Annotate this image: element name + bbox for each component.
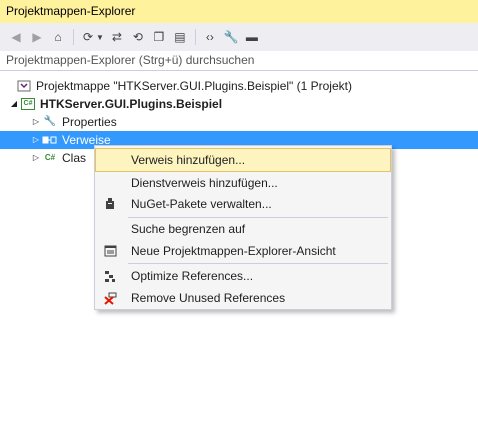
forward-icon[interactable]: ▶ [27,27,47,47]
tree-item-label: Clas [62,151,87,165]
menu-item-new-explorer-view[interactable]: Neue Projektmappen-Explorer-Ansicht [96,240,390,262]
search-bar [0,51,478,71]
back-icon[interactable]: ◀ [6,27,26,47]
solution-icon [16,78,32,94]
remove-references-icon [96,287,124,309]
optimize-icon [96,265,124,287]
window-title: Projektmappen-Explorer [0,0,478,23]
toolbar-separator [73,29,74,45]
tree-item-label: Projektmappe "HTKServer.GUI.Plugins.Beis… [36,79,352,93]
references-icon [42,132,58,148]
collapsed-icon[interactable]: ▷ [30,149,42,167]
collapsed-icon[interactable]: ▷ [30,113,42,131]
tree-item-properties[interactable]: ▷ 🔧 Properties [30,113,117,131]
context-menu: Verweis hinzufügen... Dienstverweis hinz… [94,145,392,310]
preview-icon[interactable]: ▬ [242,27,262,47]
menu-separator [128,263,388,264]
show-all-files-icon[interactable]: ▤ [170,27,190,47]
expanded-icon[interactable]: ◢ [8,95,20,113]
menu-item-add-service-reference[interactable]: Dienstverweis hinzufügen... [96,172,390,194]
collapsed-icon[interactable]: ▷ [30,131,42,149]
nuget-icon [96,193,124,215]
menu-item-add-reference[interactable]: Verweis hinzufügen... [95,148,391,172]
csharp-project-icon: C# [20,96,36,112]
toolbar: ◀ ▶ ⌂ ⟳ ▼ ⇄ ⟲ ❐ ▤ ‹› 🔧 ▬ [0,23,478,51]
toolbar-separator [194,29,196,45]
home-icon[interactable]: ⌂ [48,27,68,47]
menu-item-optimize-references[interactable]: Optimize References... [96,265,390,287]
tree-item-label: HTKServer.GUI.Plugins.Beispiel [40,97,223,111]
tree-item-project[interactable]: ◢ C# HTKServer.GUI.Plugins.Beispiel [8,95,222,113]
tree-item-class[interactable]: ▷ C# Clas [30,149,86,167]
menu-icon-slot [96,218,124,240]
menu-icon-slot [96,172,124,194]
properties-icon[interactable]: 🔧 [221,27,241,47]
new-view-icon [96,240,124,262]
view-code-icon[interactable]: ‹› [200,27,220,47]
collapse-all-icon[interactable]: ❐ [149,27,169,47]
history-icon[interactable]: ⟳ [78,27,98,47]
wrench-icon: 🔧 [43,116,57,127]
menu-item-manage-nuget[interactable]: NuGet-Pakete verwalten... [96,193,390,215]
expander [4,77,16,95]
sync-icon[interactable]: ⇄ [107,27,127,47]
refresh-icon[interactable]: ⟲ [128,27,148,47]
csharp-file-icon: C# [44,153,56,162]
search-input[interactable] [0,51,466,69]
menu-item-scope-to-this[interactable]: Suche begrenzen auf [96,218,390,240]
tree-item-label: Properties [62,115,117,129]
menu-item-remove-unused-references[interactable]: Remove Unused References [96,287,390,309]
tree-item-solution[interactable]: Projektmappe "HTKServer.GUI.Plugins.Beis… [4,77,352,95]
chevron-down-icon[interactable]: ▼ [96,33,104,42]
menu-icon-slot [96,149,124,171]
